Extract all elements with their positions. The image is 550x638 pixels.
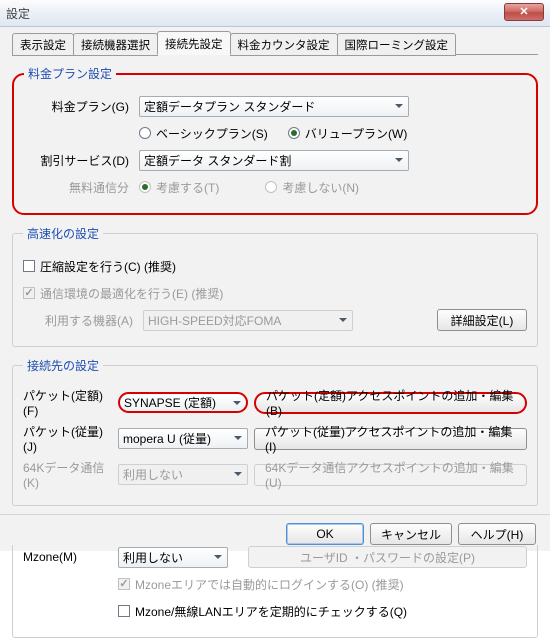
plan-label: 料金プラン(G) — [24, 98, 139, 115]
device-combo-value: HIGH-SPEED対応FOMA — [148, 312, 281, 329]
radio-basic-plan[interactable]: ベーシックプラン(S) — [139, 125, 268, 142]
check-optimize-label: 通信環境の最適化を行う(E) (推奨) — [40, 285, 223, 302]
checkbox-icon — [23, 260, 35, 272]
group-connection: 接続先の設定 パケット(定額)(F) SYNAPSE (定額) パケット(定額)… — [12, 357, 538, 506]
check-periodic[interactable]: Mzone/無線LANエリアを定期的にチェックする(Q) — [118, 603, 407, 620]
radio-icon — [139, 181, 151, 193]
check-optimize: 通信環境の最適化を行う(E) (推奨) — [23, 285, 223, 302]
client-area: 表示設定 接続機器選択 接続先設定 料金カウンタ設定 国際ローミング設定 料金プ… — [0, 27, 550, 551]
pkt-fixed-combo[interactable]: SYNAPSE (定額) — [118, 392, 248, 413]
group-connection-legend: 接続先の設定 — [23, 357, 103, 374]
radio-consider-label: 考慮する(T) — [156, 179, 219, 196]
k64-edit-button: 64Kデータ通信アクセスポイントの追加・編集(U) — [254, 464, 527, 486]
k64-combo-value: 利用しない — [123, 466, 183, 483]
plan-combo[interactable]: 定額データプラン スタンダード — [139, 96, 409, 117]
tab-connection[interactable]: 接続先設定 — [157, 31, 231, 55]
tab-strip: 表示設定 接続機器選択 接続先設定 料金カウンタ設定 国際ローミング設定 — [12, 33, 538, 55]
check-autologin-label: Mzoneエリアでは自動的にログインする(O) (推奨) — [135, 576, 404, 593]
window-title: 設定 — [6, 5, 30, 22]
pkt-fixed-label: パケット(定額)(F) — [23, 387, 118, 418]
check-compress-label: 圧縮設定を行う(C) (推奨) — [40, 258, 176, 275]
pkt-meter-combo-value: mopera U (従量) — [123, 430, 211, 447]
radio-basic-label: ベーシックプラン(S) — [156, 125, 268, 142]
pkt-fixed-combo-value: SYNAPSE (定額) — [124, 394, 216, 411]
k64-label: 64Kデータ通信(K) — [23, 459, 118, 490]
check-periodic-label: Mzone/無線LANエリアを定期的にチェックする(Q) — [135, 603, 407, 620]
title-bar: 設定 ✕ — [0, 0, 550, 27]
mzone-label: Mzone(M) — [23, 550, 118, 564]
mzone-combo-value: 利用しない — [123, 549, 183, 566]
checkbox-icon — [118, 605, 130, 617]
device-label: 利用する機器(A) — [23, 312, 143, 329]
radio-icon — [139, 127, 151, 139]
radio-icon — [265, 181, 277, 193]
check-autologin: Mzoneエリアでは自動的にログインする(O) (推奨) — [118, 576, 404, 593]
checkbox-icon — [23, 287, 35, 299]
check-compress[interactable]: 圧縮設定を行う(C) (推奨) — [23, 258, 176, 275]
mzone-combo[interactable]: 利用しない — [118, 547, 228, 568]
detail-button[interactable]: 詳細設定(L) — [437, 309, 527, 331]
pkt-meter-combo[interactable]: mopera U (従量) — [118, 428, 248, 449]
group-price-plan: 料金プラン設定 料金プラン(G) 定額データプラン スタンダード ベーシックプラ… — [12, 65, 538, 215]
ok-button[interactable]: OK — [286, 523, 364, 545]
userid-button: ユーザID ・パスワードの設定(P) — [248, 546, 527, 568]
plan-combo-value: 定額データプラン スタンダード — [144, 98, 315, 115]
pkt-meter-edit-button[interactable]: パケット(従量)アクセスポイントの追加・編集(I) — [254, 428, 527, 450]
discount-combo[interactable]: 定額データ スタンダード割 — [139, 150, 409, 171]
tab-counter[interactable]: 料金カウンタ設定 — [230, 33, 338, 56]
checkbox-icon — [118, 578, 130, 590]
group-price-plan-legend: 料金プラン設定 — [24, 65, 116, 82]
pkt-meter-label: パケット(従量)(J) — [23, 423, 118, 454]
tab-device-select[interactable]: 接続機器選択 — [73, 33, 158, 56]
radio-consider: 考慮する(T) — [139, 179, 219, 196]
radio-value-plan[interactable]: バリュープラン(W) — [288, 125, 408, 142]
cancel-button[interactable]: キャンセル — [370, 523, 452, 545]
mutushin-label: 無料通信分 — [24, 179, 139, 196]
tab-display[interactable]: 表示設定 — [12, 33, 74, 56]
radio-not-consider-label: 考慮しない(N) — [282, 179, 359, 196]
radio-icon — [288, 127, 300, 139]
group-speed-legend: 高速化の設定 — [23, 225, 103, 242]
device-combo: HIGH-SPEED対応FOMA — [143, 310, 353, 331]
group-speed: 高速化の設定 圧縮設定を行う(C) (推奨) 通信環境の最適化を行う(E) (推… — [12, 225, 538, 347]
discount-label: 割引サービス(D) — [24, 152, 139, 169]
tab-roaming[interactable]: 国際ローミング設定 — [337, 33, 457, 56]
dialog-button-bar: OK キャンセル ヘルプ(H) — [0, 514, 550, 545]
help-button[interactable]: ヘルプ(H) — [458, 523, 536, 545]
discount-combo-value: 定額データ スタンダード割 — [144, 152, 291, 169]
close-button[interactable]: ✕ — [504, 3, 544, 21]
radio-value-label: バリュープラン(W) — [305, 125, 408, 142]
radio-not-consider: 考慮しない(N) — [265, 179, 359, 196]
k64-combo: 利用しない — [118, 464, 248, 485]
pkt-fixed-edit-button[interactable]: パケット(定額)アクセスポイントの追加・編集(B) — [254, 392, 527, 414]
